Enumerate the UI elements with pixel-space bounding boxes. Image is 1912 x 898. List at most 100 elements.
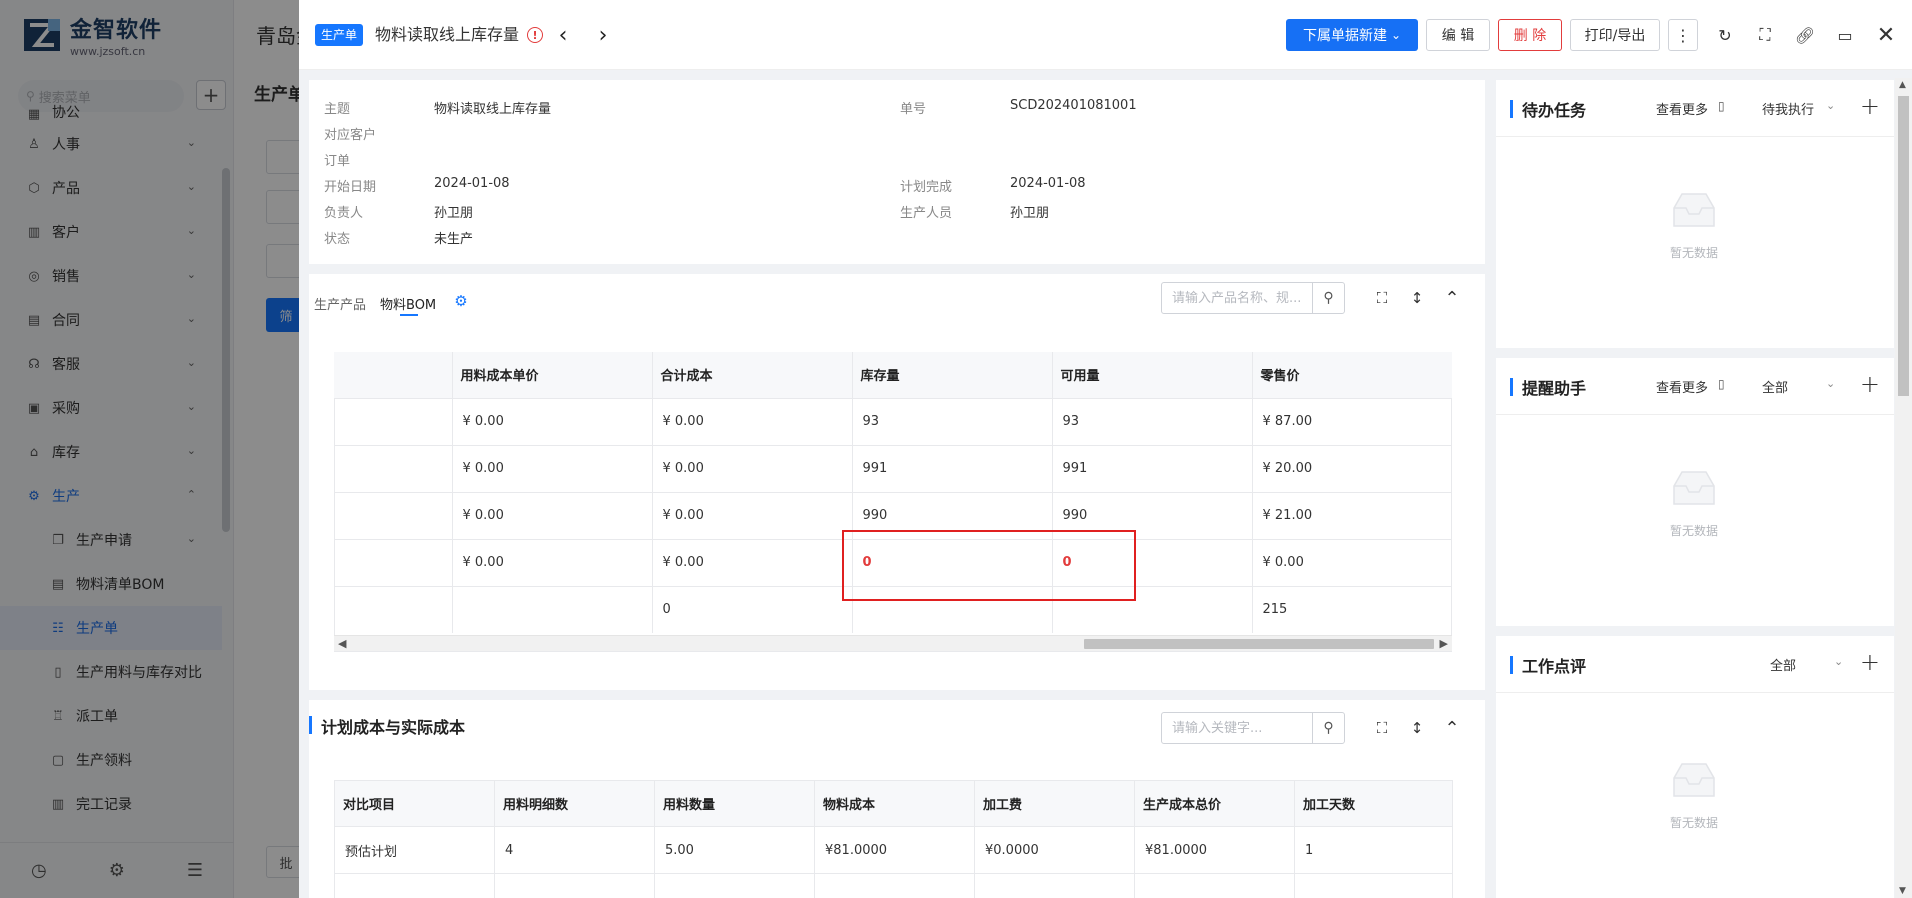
- tab-bom[interactable]: 物料BOM: [380, 294, 436, 313]
- plan-search-input[interactable]: [1162, 713, 1312, 743]
- warning-icon[interactable]: !: [527, 27, 543, 43]
- more-actions-button[interactable]: ⋮: [1668, 19, 1698, 51]
- delete-button[interactable]: 删 除: [1498, 19, 1562, 51]
- section-accent: [1510, 378, 1513, 396]
- table-cell: ¥ 0.00: [652, 444, 853, 492]
- section-accent: [309, 716, 312, 734]
- table-cell: [974, 873, 1135, 898]
- field-label-owner: 负责人: [324, 206, 364, 221]
- field-label-start-date: 开始日期: [324, 180, 377, 195]
- column-header[interactable]: 用料成本单价: [452, 352, 653, 398]
- scroll-down-icon[interactable]: ▼: [1899, 886, 1906, 896]
- edit-label: 编 辑: [1441, 28, 1475, 44]
- table-cell: 5.00: [654, 826, 815, 874]
- todo-filter[interactable]: 待我执行: [1762, 99, 1814, 118]
- chevron-down-icon[interactable]: ⌄: [1826, 99, 1835, 112]
- table-row[interactable]: ¥ 0.00 ¥ 0.00 93 93 ¥ 87.00: [334, 397, 1452, 445]
- table-cell: [814, 873, 975, 898]
- column-header[interactable]: 加工天数: [1294, 780, 1453, 827]
- panel-icon[interactable]: ▭: [1832, 22, 1858, 48]
- table-cell: ¥ 0.00: [1252, 538, 1452, 586]
- table-cell: ¥ 0.00: [452, 397, 653, 445]
- book-icon[interactable]: ▯: [1718, 377, 1725, 391]
- search-icon[interactable]: ⚲: [1312, 713, 1344, 743]
- field-label-status: 状态: [324, 232, 351, 247]
- review-filter[interactable]: 全部: [1770, 655, 1796, 674]
- vertical-scrollbar[interactable]: ▲ ▼: [1895, 78, 1912, 898]
- scroll-left-icon[interactable]: ◀: [338, 636, 346, 652]
- table-cell: [1294, 873, 1453, 898]
- table-row[interactable]: 预估计划 4 5.00 ¥81.0000 ¥0.0000 ¥81.0000 1: [334, 826, 1453, 874]
- field-value-producer: 孙卫朋: [1010, 206, 1050, 221]
- table-row[interactable]: ¥ 0.00 ¥ 0.00 991 991 ¥ 20.00: [334, 444, 1452, 492]
- more-vertical-icon: ⋮: [1675, 25, 1691, 45]
- column-header[interactable]: 生产成本总价: [1134, 780, 1295, 827]
- table-cell: ¥81.0000: [814, 826, 975, 874]
- reminder-more-link[interactable]: 查看更多: [1656, 377, 1708, 396]
- collapse-icon[interactable]: ⌃: [1440, 716, 1464, 740]
- active-tab-indicator: [400, 314, 418, 316]
- add-reminder-button[interactable]: +: [1860, 370, 1880, 398]
- next-record-button[interactable]: ›: [591, 20, 615, 50]
- edit-button[interactable]: 编 辑: [1426, 19, 1490, 51]
- column-header[interactable]: 物料成本: [814, 780, 975, 827]
- prev-record-button[interactable]: ‹: [551, 20, 575, 50]
- table-cell: ¥ 0.00: [452, 538, 653, 586]
- column-header[interactable]: 合计成本: [652, 352, 853, 398]
- table-cell: 93: [1052, 397, 1253, 445]
- close-icon[interactable]: ✕: [1873, 22, 1899, 48]
- bom-search-input[interactable]: [1162, 283, 1312, 313]
- column-header[interactable]: 零售价: [1252, 352, 1452, 398]
- chevron-down-icon[interactable]: ⌄: [1834, 655, 1843, 668]
- column-header[interactable]: 可用量: [1052, 352, 1253, 398]
- book-icon[interactable]: ▯: [1718, 99, 1725, 113]
- new-sub-document-button[interactable]: 下属单据新建 ⌄: [1286, 19, 1418, 51]
- delete-label: 删 除: [1513, 28, 1547, 44]
- plan-table: 对比项目 用料明细数 用料数量 物料成本 加工费 生产成本总价 加工天数 预估计…: [334, 780, 1453, 898]
- tab-product[interactable]: 生产产品: [314, 294, 366, 313]
- scroll-up-icon[interactable]: ▲: [1899, 80, 1906, 90]
- fullscreen-icon[interactable]: ⛶: [1752, 22, 1778, 48]
- section-accent: [1510, 656, 1513, 674]
- column-header[interactable]: 加工费: [974, 780, 1135, 827]
- scrollbar-thumb[interactable]: [1084, 639, 1434, 649]
- sort-icon[interactable]: ↕: [1405, 286, 1429, 310]
- refresh-icon[interactable]: ↻: [1712, 22, 1738, 48]
- divider: [1496, 692, 1894, 693]
- todo-more-link[interactable]: 查看更多: [1656, 99, 1708, 118]
- todo-panel: 待办任务 查看更多 ▯ 待我执行 ⌄ + 暂无数据: [1496, 80, 1894, 348]
- column-header[interactable]: [334, 352, 453, 398]
- drawer-header: 生产单 物料读取线上库存量 ! ‹ › 下属单据新建 ⌄ 编 辑 删 除 打印/…: [299, 0, 1912, 70]
- fullscreen-icon[interactable]: ⛶: [1370, 716, 1394, 740]
- doc-type-badge: 生产单: [315, 24, 364, 46]
- add-review-button[interactable]: +: [1860, 648, 1880, 676]
- column-header[interactable]: 库存量: [852, 352, 1053, 398]
- scroll-right-icon[interactable]: ▶: [1440, 636, 1448, 652]
- horizontal-scrollbar[interactable]: ◀ ▶: [334, 635, 1452, 651]
- column-header[interactable]: 用料数量: [654, 780, 815, 827]
- scrollbar-thumb[interactable]: [1898, 96, 1909, 396]
- add-todo-button[interactable]: +: [1860, 92, 1880, 120]
- table-cell: 预估计划: [334, 826, 495, 874]
- link-icon[interactable]: 🔗︎: [1792, 22, 1818, 48]
- print-export-button[interactable]: 打印/导出: [1570, 19, 1660, 51]
- sort-icon[interactable]: ↕: [1405, 716, 1429, 740]
- table-cell: 4: [494, 826, 655, 874]
- table-cell: [1134, 873, 1295, 898]
- table-cell: [334, 873, 495, 898]
- gear-icon[interactable]: ⚙: [453, 292, 469, 310]
- column-header[interactable]: 用料明细数: [494, 780, 655, 827]
- chevron-down-icon: ⌄: [1390, 28, 1402, 42]
- new-sub-document-label: 下属单据新建: [1302, 28, 1387, 44]
- collapse-icon[interactable]: ⌃: [1440, 286, 1464, 310]
- reminder-filter[interactable]: 全部: [1762, 377, 1788, 396]
- field-value-owner: 孙卫朋: [434, 206, 474, 221]
- fullscreen-icon[interactable]: ⛶: [1370, 286, 1394, 310]
- chevron-right-icon: ›: [598, 22, 608, 48]
- section-accent: [1510, 100, 1513, 118]
- column-header[interactable]: 对比项目: [334, 780, 495, 827]
- search-icon[interactable]: ⚲: [1312, 283, 1344, 313]
- chevron-down-icon[interactable]: ⌄: [1826, 377, 1835, 390]
- doc-title: 物料读取线上库存量: [375, 25, 520, 44]
- table-row[interactable]: [334, 873, 1453, 898]
